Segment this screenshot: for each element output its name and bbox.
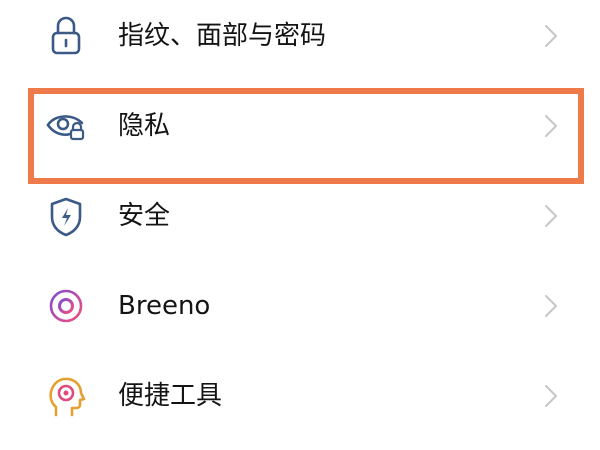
lock-icon <box>44 11 88 61</box>
chevron-right-icon <box>540 22 562 50</box>
breeno-ring-icon <box>44 281 88 331</box>
settings-item-fingerprint-face-password[interactable]: 指纹、面部与密码 <box>0 0 600 81</box>
settings-item-label: 安全 <box>118 201 171 231</box>
settings-item-label: 便捷工具 <box>118 381 223 411</box>
settings-item-label: 隐私 <box>118 111 171 141</box>
settings-item-breeno[interactable]: Breeno <box>0 261 600 351</box>
settings-item-label: Breeno <box>118 291 211 321</box>
settings-item-label: 指纹、面部与密码 <box>118 21 327 51</box>
settings-item-security[interactable]: 安全 <box>0 171 600 261</box>
chevron-right-icon <box>540 112 562 140</box>
chevron-right-icon <box>540 382 562 410</box>
settings-item-privacy[interactable]: 隐私 <box>0 81 600 171</box>
chevron-right-icon <box>540 292 562 320</box>
privacy-eye-lock-icon <box>44 101 88 151</box>
security-shield-icon <box>44 191 88 241</box>
settings-item-convenience-tools[interactable]: 便捷工具 <box>0 351 600 441</box>
chevron-right-icon <box>540 202 562 230</box>
head-gear-icon <box>44 371 88 421</box>
settings-list: 指纹、面部与密码 隐私 安全 Breeno 便捷工具 <box>0 0 600 450</box>
